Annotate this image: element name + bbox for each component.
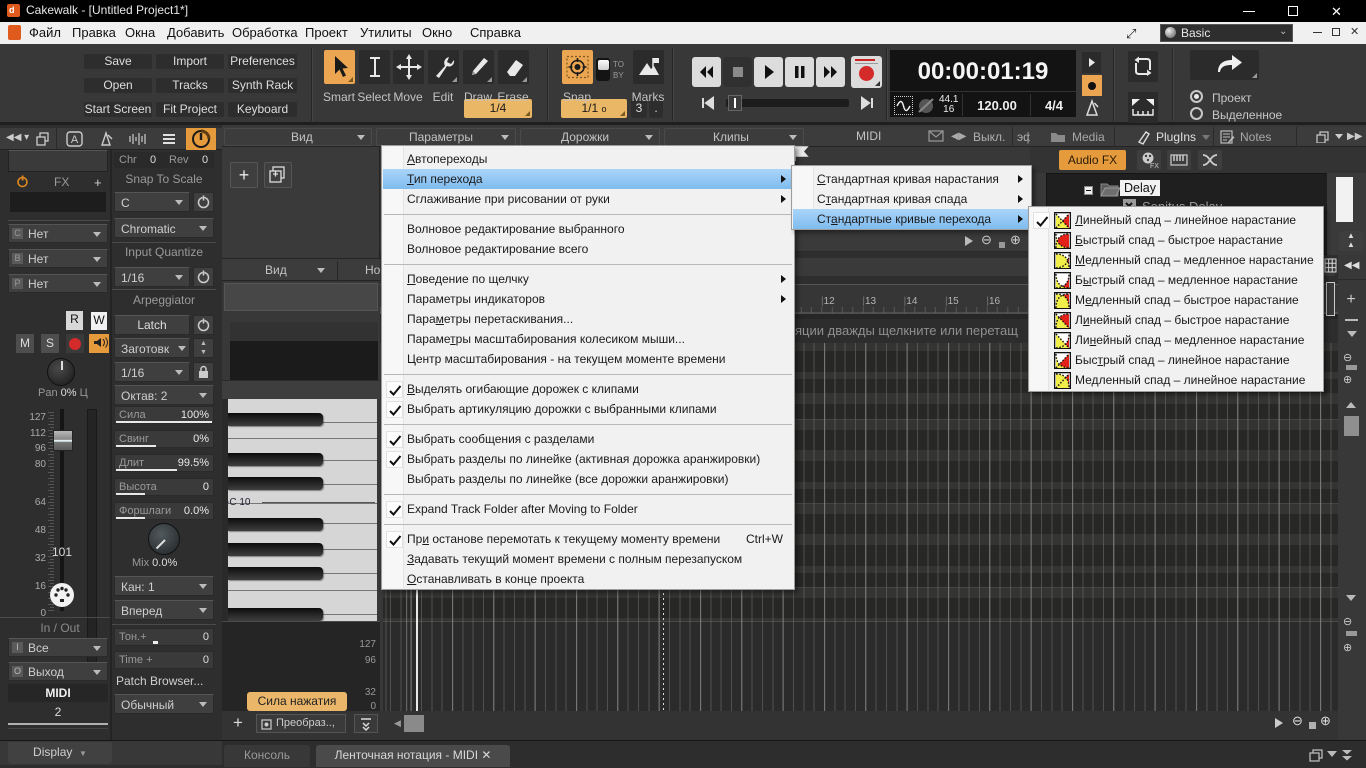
svg-text:FX: FX [1150,163,1159,170]
svg-text:A: A [71,134,79,146]
